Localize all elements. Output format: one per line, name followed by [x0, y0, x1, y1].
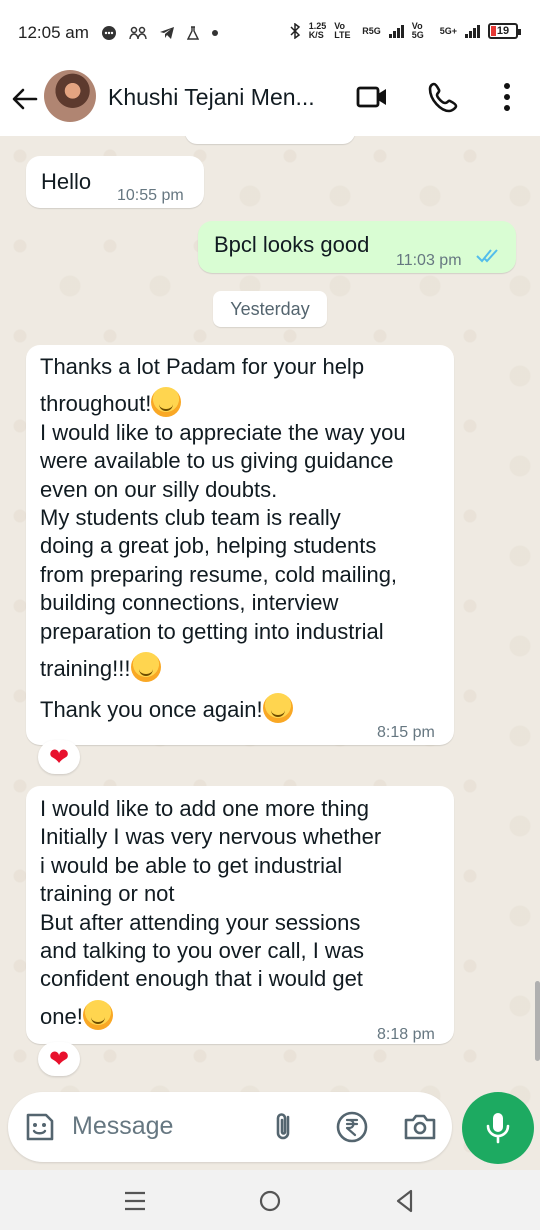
heart-reaction-icon[interactable]: ❤	[38, 1042, 80, 1076]
battery-icon: 19	[488, 23, 521, 39]
telegram-icon	[159, 27, 174, 39]
smiling-halo-emoji-icon	[151, 387, 182, 418]
group-notification-icon	[129, 26, 147, 40]
smiling-face-emoji-icon	[82, 999, 113, 1030]
message-bubble-incoming[interactable]: Hello 10:55 pm	[26, 156, 204, 208]
message-bubble-incoming[interactable]: Thanks a lot Padam for your help through…	[26, 345, 454, 745]
recent-apps-icon[interactable]	[122, 1188, 148, 1214]
message-time: 10:55 pm	[117, 187, 184, 204]
contact-avatar[interactable]	[44, 70, 96, 122]
volte-label: Vo LTE	[334, 21, 351, 40]
sticker-emoji-icon[interactable]	[22, 1109, 58, 1145]
message-line: Initially I was very nervous whether	[40, 824, 382, 850]
status-time: 12:05 am	[18, 23, 89, 42]
bluetooth-icon	[290, 23, 300, 39]
r5g-text: R5G	[362, 25, 381, 36]
chat-area[interactable]: Hello 10:55 pm Bpcl looks good 11:03 pm …	[0, 136, 540, 1170]
date-separator: Yesterday	[213, 291, 327, 327]
message-time: 8:15 pm	[377, 724, 435, 741]
message-line: Thank you once again!	[40, 697, 263, 723]
message-bubble-incoming[interactable]: I would like to add one more thing Initi…	[26, 786, 454, 1044]
message-line: doing a great job, helping students	[40, 533, 377, 559]
message-line: and talking to you over call, I was	[40, 938, 365, 964]
message-body: Thanks a lot Padam for your help through…	[40, 353, 450, 725]
flask-icon	[186, 26, 199, 40]
attach-icon[interactable]	[266, 1109, 302, 1145]
voice-call-icon[interactable]	[427, 80, 461, 114]
message-bubble-outgoing[interactable]: Bpcl looks good 11:03 pm	[198, 221, 516, 273]
video-call-icon[interactable]	[355, 80, 389, 114]
microphone-icon	[486, 1113, 510, 1144]
r5g-label: R5G	[362, 25, 381, 36]
chat-notification-icon	[101, 26, 116, 40]
more-notifications-dot-icon	[211, 30, 218, 36]
message-line: My students club team is really	[40, 505, 341, 531]
message-text: Bpcl looks good	[214, 232, 370, 257]
message-body: I would like to add one more thing Initi…	[40, 795, 450, 1031]
message-line: i would be able to get industrial	[40, 852, 343, 878]
back-arrow-icon[interactable]	[10, 84, 40, 114]
payment-rupee-icon[interactable]	[334, 1109, 370, 1145]
camera-icon[interactable]	[402, 1109, 438, 1145]
vo5g-label: Vo 5G	[411, 21, 424, 40]
message-line: throughout!	[40, 391, 152, 417]
message-line: even on our silly doubts.	[40, 476, 278, 502]
partial-bubble	[185, 136, 355, 144]
message-text: Hello	[41, 169, 92, 194]
message-line: I would like to appreciate the way you	[40, 419, 406, 445]
notification-icons	[101, 25, 219, 41]
message-input[interactable]: Message	[72, 1112, 173, 1141]
back-nav-icon[interactable]	[392, 1188, 418, 1214]
message-line: from preparing resume, cold mailing,	[40, 561, 398, 587]
signal-1-icon	[388, 24, 404, 38]
message-line: were available to us giving guidance	[40, 448, 394, 474]
chat-header: Khushi Tejani Men...	[0, 66, 540, 136]
read-ticks-icon	[476, 249, 498, 263]
message-line: confident enough that i would get	[40, 966, 363, 992]
system-nav-bar	[0, 1170, 540, 1230]
message-line: I would like to add one more thing	[40, 796, 369, 821]
status-bar: 12:05 am 1.25 K/S Vo LTE R5G Vo 5G 5G+ 19	[0, 0, 540, 66]
message-line: one!	[40, 1003, 83, 1029]
message-line: training or not	[40, 881, 175, 907]
more-options-icon[interactable]	[490, 80, 524, 114]
message-composer[interactable]: Message	[8, 1092, 452, 1162]
partying-face-emoji-icon	[130, 652, 161, 683]
message-line: building connections, interview	[40, 590, 339, 616]
message-time: 8:18 pm	[377, 1026, 435, 1043]
network-speed: 1.25 K/S	[309, 22, 327, 40]
speed-unit: K/S	[308, 30, 324, 40]
scrollbar[interactable]	[535, 981, 540, 1061]
net-5g-label: 5G+	[439, 25, 457, 36]
message-line: But after attending your sessions	[40, 909, 361, 935]
message-line: Thanks a lot Padam for your help	[40, 354, 365, 379]
signal-2-icon	[465, 24, 480, 38]
heart-reaction-icon[interactable]: ❤	[38, 740, 80, 774]
battery-level: 19	[496, 25, 510, 37]
status-right: 1.25 K/S Vo LTE R5G Vo 5G 5G+ 19	[289, 21, 521, 40]
message-line: preparation to getting into industrial	[40, 618, 384, 644]
message-line-with-emoji: training!!!	[40, 652, 450, 683]
message-line-with-emoji: throughout!	[40, 387, 450, 418]
smiling-face-emoji-icon	[262, 693, 293, 724]
message-time: 11:03 pm	[396, 252, 462, 269]
voice-message-button[interactable]	[462, 1092, 534, 1164]
contact-name[interactable]: Khushi Tejani Men...	[108, 84, 344, 111]
message-line: training!!!	[40, 656, 131, 682]
home-icon[interactable]	[257, 1188, 283, 1214]
